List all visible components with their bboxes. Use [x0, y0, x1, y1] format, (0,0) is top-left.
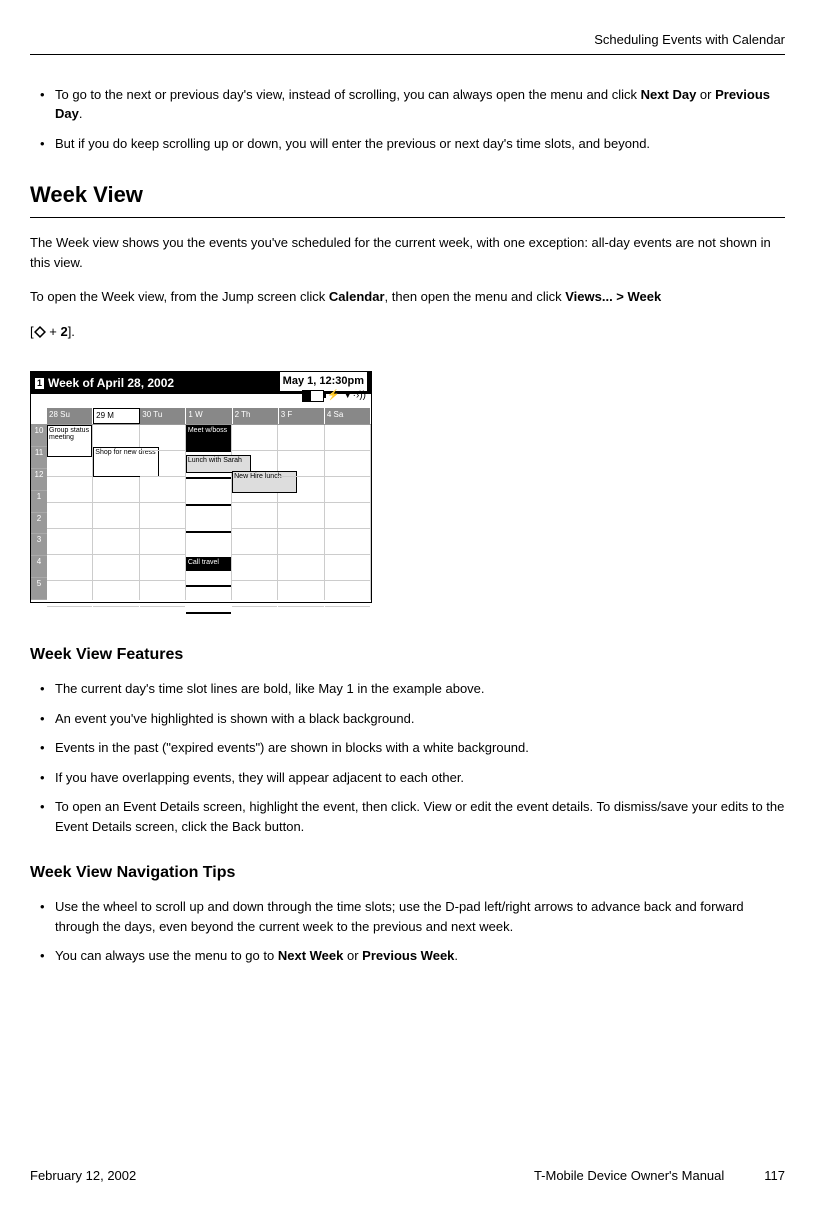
- intro-bullet-list: To go to the next or previous day's view…: [30, 85, 785, 154]
- hour-label: 12: [31, 469, 47, 491]
- text: +: [46, 324, 61, 339]
- features-heading: Week View Features: [30, 643, 785, 667]
- day-header: 3 F: [279, 408, 325, 424]
- text: Events in the past ("expired events") ar…: [55, 740, 529, 755]
- footer-page: 117: [764, 1166, 785, 1186]
- week-view-para1: The Week view shows you the events you'v…: [30, 233, 785, 272]
- list-item: The current day's time slot lines are bo…: [40, 679, 785, 699]
- hour-label: 5: [31, 578, 47, 600]
- hour-label: 3: [31, 534, 47, 556]
- bold-text: Calendar: [329, 289, 385, 304]
- event-block: Call travel: [186, 557, 231, 571]
- list-item: But if you do keep scrolling up or down,…: [40, 134, 785, 154]
- list-item: To open an Event Details screen, highlig…: [40, 797, 785, 836]
- event-block: Group status meeting: [47, 425, 92, 457]
- list-item: You can always use the menu to go to Nex…: [40, 946, 785, 966]
- bold-text: Views... > Week: [565, 289, 661, 304]
- hour-label: 2: [31, 513, 47, 535]
- day-header-row: 28 Su 29 M 30 Tu 1 W 2 Th 3 F 4 Sa: [31, 408, 371, 425]
- hour-label: 11: [31, 447, 47, 469]
- day-column: [278, 425, 324, 600]
- day-columns: Group status meeting Shop for new dress …: [47, 425, 371, 600]
- text: To go to the next or previous day's view…: [55, 87, 641, 102]
- battery-icon: [302, 390, 324, 402]
- day-column: Shop for new dress: [93, 425, 139, 600]
- page-header: Scheduling Events with Calendar: [30, 30, 785, 55]
- shortcut-key: 2: [60, 324, 67, 339]
- text: You can always use the menu to go to: [55, 948, 278, 963]
- day-header: 2 Th: [233, 408, 279, 424]
- screenshot-title: Week of April 28, 2002: [48, 374, 174, 392]
- text: , then open the menu and click: [385, 289, 566, 304]
- week-view-heading: Week View: [30, 178, 785, 218]
- day-column: [140, 425, 186, 600]
- day-header-current: 1 W: [186, 408, 232, 424]
- list-item: If you have overlapping events, they wil…: [40, 768, 785, 788]
- diamond-icon: [34, 326, 46, 338]
- page-footer: February 12, 2002 T-Mobile Device Owner'…: [30, 1166, 785, 1186]
- week-view-para2: To open the Week view, from the Jump scr…: [30, 287, 785, 307]
- list-item: Use the wheel to scroll up and down thro…: [40, 897, 785, 936]
- signal-icon: ▼·›)): [343, 388, 366, 403]
- day-header: 4 Sa: [325, 408, 371, 424]
- event-block-selected: Meet w/boss: [186, 425, 231, 451]
- bracket: ].: [68, 324, 75, 339]
- bold-text: Previous Week: [362, 948, 454, 963]
- status-icons: ⚡ ▼·›)): [302, 388, 366, 403]
- text: or: [343, 948, 362, 963]
- text: The current day's time slot lines are bo…: [55, 681, 485, 696]
- day-header: 29 M: [93, 408, 140, 424]
- footer-date: February 12, 2002: [30, 1166, 136, 1186]
- features-list: The current day's time slot lines are bo…: [30, 679, 785, 836]
- text: To open the Week view, from the Jump scr…: [30, 289, 329, 304]
- day-header: 28 Su: [47, 408, 93, 424]
- day-column: Group status meeting: [47, 425, 93, 600]
- text: If you have overlapping events, they wil…: [55, 770, 464, 785]
- day-column: New Hire lunch: [232, 425, 278, 600]
- list-item: To go to the next or previous day's view…: [40, 85, 785, 124]
- hour-label: 1: [31, 491, 47, 513]
- section-title: Scheduling Events with Calendar: [594, 32, 785, 47]
- text: But if you do keep scrolling up or down,…: [55, 136, 650, 151]
- hour-labels: 10 11 12 1 2 3 4 5: [31, 425, 47, 600]
- hour-label: 10: [31, 425, 47, 447]
- footer-manual: T-Mobile Device Owner's Manual: [534, 1166, 724, 1186]
- nav-tips-heading: Week View Navigation Tips: [30, 861, 785, 885]
- bold-text: Next Day: [641, 87, 697, 102]
- hour-label: 4: [31, 556, 47, 578]
- text: .: [79, 106, 83, 121]
- nav-tips-list: Use the wheel to scroll up and down thro…: [30, 897, 785, 966]
- text: An event you've highlighted is shown wit…: [55, 711, 414, 726]
- day-column: [325, 425, 371, 600]
- day-column-current: Meet w/boss Lunch with Sarah Call travel: [186, 425, 232, 600]
- week-view-screenshot: 1 Week of April 28, 2002 May 1, 12:30pm …: [30, 371, 372, 603]
- list-item: An event you've highlighted is shown wit…: [40, 709, 785, 729]
- shortcut-line: [ + 2].: [30, 322, 785, 342]
- calendar-icon: 1: [35, 378, 44, 389]
- bold-text: Next Week: [278, 948, 344, 963]
- sync-icon: ⚡: [327, 388, 339, 403]
- text: To open an Event Details screen, highlig…: [55, 799, 784, 834]
- week-grid: 10 11 12 1 2 3 4 5 Group status meeting …: [31, 425, 371, 600]
- list-item: Events in the past ("expired events") ar…: [40, 738, 785, 758]
- text: Use the wheel to scroll up and down thro…: [55, 899, 744, 934]
- day-header: 30 Tu: [140, 408, 186, 424]
- text: or: [696, 87, 715, 102]
- text: .: [454, 948, 458, 963]
